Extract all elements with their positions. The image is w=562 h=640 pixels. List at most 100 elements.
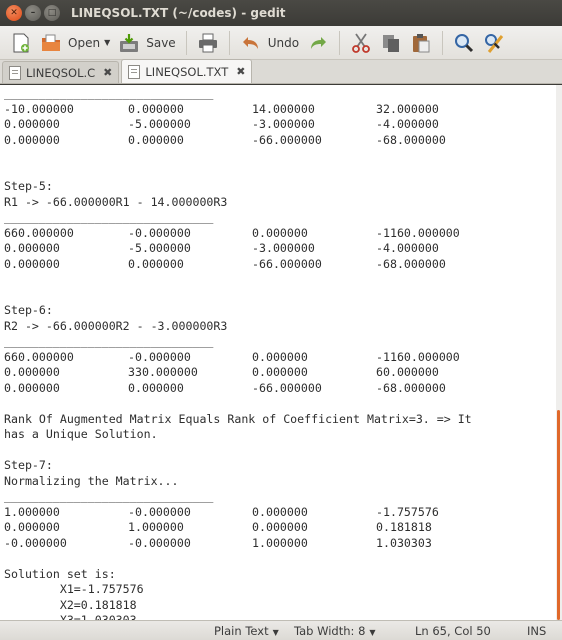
matrix-cell: -4.000000 xyxy=(376,117,439,131)
matrix-row: 1.000000 -0.000000 0.000000 -1.757576 xyxy=(4,505,556,521)
window-title: LINEQSOL.TXT (~/codes) - gedit xyxy=(71,6,286,20)
close-window-button[interactable]: ✕ xyxy=(6,5,22,21)
minimize-window-button[interactable]: – xyxy=(25,5,41,21)
tab-lineqsol-c[interactable]: LINEQSOL.C ✖ xyxy=(2,61,120,83)
matrix-cell: 0.181818 xyxy=(376,520,432,534)
cut-button[interactable] xyxy=(346,29,376,57)
matrix-cell: 0.000000 xyxy=(252,225,308,240)
text-line: ______________________________ xyxy=(4,334,214,348)
text-line: R2 -> -66.000000R2 - -3.000000R3 xyxy=(4,318,228,333)
text-line xyxy=(4,551,556,567)
matrix-cell: -3.000000 xyxy=(252,117,315,131)
matrix-cell: 32.000000 xyxy=(376,101,439,116)
matrix-cell: 0.000000 xyxy=(4,132,60,147)
undo-icon xyxy=(240,32,262,54)
tab-close-icon[interactable]: ✖ xyxy=(236,65,245,78)
new-button[interactable] xyxy=(6,29,36,57)
matrix-row: 0.000000 -5.000000 -3.000000 -4.000000 xyxy=(4,241,556,257)
print-button[interactable] xyxy=(193,29,223,57)
dropdown-arrow-icon: ▼ xyxy=(272,628,279,637)
matrix-cell: 1.000000 xyxy=(252,535,308,550)
matrix-cell: 0.000000 xyxy=(128,132,184,147)
matrix-cell: 0.000000 xyxy=(252,365,308,379)
matrix-cell: 660.000000 xyxy=(4,349,74,364)
editor-lines: ______________________________ -10.000000… xyxy=(0,85,556,620)
tab-close-icon[interactable]: ✖ xyxy=(103,66,112,79)
text-line: Step-7: xyxy=(4,458,53,472)
save-button[interactable]: Save xyxy=(114,29,179,57)
matrix-cell: -68.000000 xyxy=(376,256,446,271)
copy-button[interactable] xyxy=(376,29,406,57)
open-folder-icon xyxy=(40,32,62,54)
vertical-scrollbar[interactable] xyxy=(556,85,562,620)
matrix-cell: -10.000000 xyxy=(4,101,74,116)
text-line: ______________________________ xyxy=(4,86,214,100)
toolbar: Open ▼ Save Undo xyxy=(0,26,562,60)
text-line: Solution set is: xyxy=(4,566,116,581)
paste-button[interactable] xyxy=(406,29,436,57)
maximize-window-button[interactable]: □ xyxy=(44,5,60,21)
matrix-cell: 0.000000 xyxy=(252,504,308,519)
open-label: Open xyxy=(68,35,101,50)
matrix-cell: -66.000000 xyxy=(252,380,322,395)
tab-width-selector[interactable]: Tab Width: 8 ▼ xyxy=(294,624,376,638)
matrix-cell: 0.000000 xyxy=(4,520,60,534)
text-line xyxy=(4,443,556,459)
text-line xyxy=(4,148,556,164)
matrix-cell: 0.000000 xyxy=(252,520,308,534)
matrix-cell: -0.000000 xyxy=(4,535,67,550)
tab-strip: LINEQSOL.C ✖ LINEQSOL.TXT ✖ xyxy=(0,59,562,84)
matrix-cell: -66.000000 xyxy=(252,256,322,271)
matrix-row: 0.000000 1.000000 0.000000 0.181818 xyxy=(4,520,556,536)
document-icon xyxy=(9,65,21,80)
matrix-cell: 0.000000 xyxy=(4,365,60,379)
matrix-row: 0.000000 0.000000 -66.000000 -68.000000 xyxy=(4,133,556,149)
text-line: ______________________________ xyxy=(4,210,214,224)
matrix-cell: -1160.000000 xyxy=(376,225,460,240)
text-line xyxy=(4,288,556,304)
find-replace-button[interactable] xyxy=(479,29,509,57)
text-line: X1=-1.757576 xyxy=(4,582,144,596)
matrix-cell: 660.000000 xyxy=(4,225,74,240)
scrollbar-thumb[interactable] xyxy=(557,410,560,620)
text-editor[interactable]: ______________________________ -10.000000… xyxy=(0,85,556,620)
matrix-cell: -4.000000 xyxy=(376,241,439,255)
document-icon xyxy=(128,64,141,79)
matrix-row: 660.000000 -0.000000 0.000000 -1160.000000 xyxy=(4,350,556,366)
cut-icon xyxy=(350,32,372,54)
matrix-cell: -0.000000 xyxy=(128,504,191,519)
matrix-cell: 14.000000 xyxy=(252,101,315,116)
matrix-row: 0.000000 0.000000 -66.000000 -68.000000 xyxy=(4,257,556,273)
redo-icon xyxy=(307,32,329,54)
undo-button[interactable]: Undo xyxy=(236,29,303,57)
language-selector[interactable]: Plain Text ▼ xyxy=(214,624,279,638)
matrix-cell: -0.000000 xyxy=(128,535,191,550)
matrix-cell: -68.000000 xyxy=(376,380,446,395)
matrix-cell: 1.000000 xyxy=(128,520,184,534)
redo-button[interactable] xyxy=(303,29,333,57)
text-line: Step-5: xyxy=(4,179,53,193)
text-line: Normalizing the Matrix... xyxy=(4,473,179,488)
text-line: has a Unique Solution. xyxy=(4,427,158,441)
matrix-cell: 0.000000 xyxy=(252,349,308,364)
text-line xyxy=(4,396,556,412)
tab-label: LINEQSOL.C xyxy=(26,65,96,80)
toolbar-separator xyxy=(339,30,341,55)
text-line xyxy=(4,164,556,180)
matrix-row: -10.000000 0.000000 14.000000 32.000000 xyxy=(4,102,556,118)
matrix-cell: 0.000000 xyxy=(128,256,184,271)
matrix-row: 0.000000 0.000000 -66.000000 -68.000000 xyxy=(4,381,556,397)
text-line: X2=0.181818 xyxy=(4,597,137,612)
open-button[interactable]: Open ▼ xyxy=(36,29,114,57)
tab-lineqsol-txt[interactable]: LINEQSOL.TXT ✖ xyxy=(121,59,253,83)
language-label: Plain Text xyxy=(214,624,269,638)
insert-mode: INS xyxy=(527,624,547,638)
open-dropdown-icon[interactable]: ▼ xyxy=(104,38,110,47)
matrix-cell: 330.000000 xyxy=(128,365,198,379)
copy-icon xyxy=(380,32,402,54)
text-line: X3=1.030303 xyxy=(4,613,137,620)
matrix-cell: -68.000000 xyxy=(376,132,446,147)
text-line xyxy=(4,272,556,288)
matrix-cell: 0.000000 xyxy=(128,380,184,395)
find-button[interactable] xyxy=(449,29,479,57)
